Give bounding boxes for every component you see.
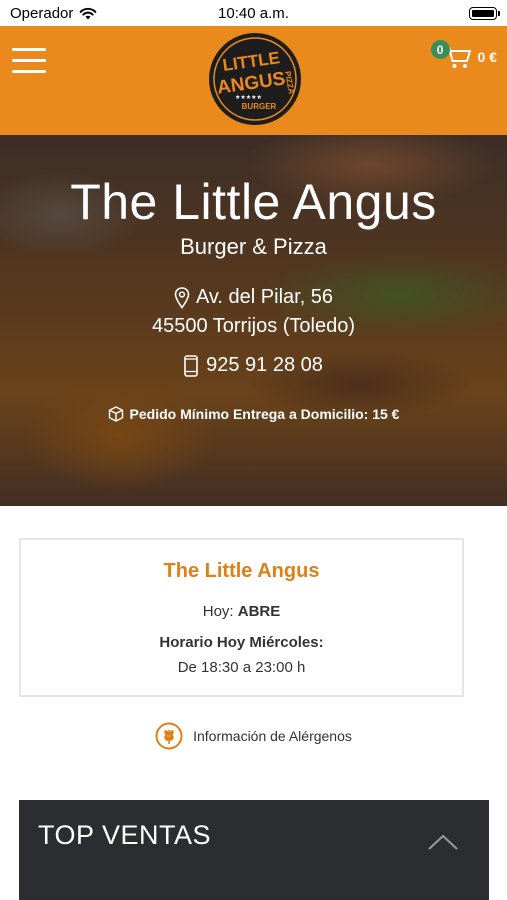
- phone-icon: [184, 354, 198, 377]
- cart-button[interactable]: 0 0 €: [430, 40, 497, 70]
- today-value: ABRE: [237, 603, 281, 620]
- map-pin-icon: [174, 287, 190, 309]
- logo-text-burger: BURGER: [242, 102, 277, 111]
- status-bar: Operador 10:40 a.m.: [0, 0, 507, 26]
- card-title: The Little Angus: [163, 560, 320, 582]
- schedule-hours: De 18:30 a 23:00 h: [177, 659, 306, 676]
- min-order-notice: Pedido Mínimo Entrega a Domicilio: 15 €: [0, 406, 507, 422]
- top-ventas-section[interactable]: TOP VENTAS: [19, 800, 489, 900]
- status-time: 10:40 a.m.: [218, 5, 289, 22]
- menu-button[interactable]: [12, 48, 46, 74]
- wheat-icon: [155, 722, 183, 750]
- address-line-1: Av. del Pilar, 56: [195, 286, 334, 308]
- restaurant-logo: LITTLE ANGUS PIZZA BURGER ★★★★★: [209, 33, 301, 125]
- cart-count-badge: 0: [430, 40, 450, 59]
- app-header: LITTLE ANGUS PIZZA BURGER ★★★★★ 0 0 €: [0, 26, 507, 135]
- hero-banner: The Little Angus Burger & Pizza Av. del …: [0, 135, 507, 506]
- schedule-heading: Horario Hoy Miércoles:: [159, 634, 324, 651]
- min-order-text: Pedido Mínimo Entrega a Domicilio: 15 €: [129, 406, 400, 422]
- phone-link[interactable]: 925 91 28 08: [0, 354, 507, 377]
- top-ventas-title: TOP VENTAS: [38, 820, 212, 850]
- hero-content: The Little Angus Burger & Pizza Av. del …: [0, 135, 507, 506]
- phone-number: 925 91 28 08: [206, 354, 323, 376]
- allergens-label: Información de Alérgenos: [193, 728, 352, 744]
- cart-total: 0 €: [477, 49, 497, 65]
- restaurant-name: The Little Angus: [70, 174, 437, 230]
- menu-icon: [12, 48, 46, 51]
- restaurant-info-card: The Little Angus Hoy: ABRE Horario Hoy M…: [19, 538, 464, 697]
- battery-icon: [469, 7, 500, 20]
- address[interactable]: Av. del Pilar, 56 45500 Torrijos (Toledo…: [0, 285, 507, 338]
- logo-stars: ★★★★★: [235, 94, 262, 101]
- allergens-link[interactable]: Información de Alérgenos: [0, 722, 507, 750]
- box-icon: [108, 406, 123, 422]
- restaurant-subtitle: Burger & Pizza: [180, 234, 327, 259]
- chevron-up-icon[interactable]: [427, 833, 459, 851]
- today-label: Hoy:: [202, 603, 234, 620]
- today-status: Hoy: ABRE: [21, 603, 462, 620]
- address-line-2: 45500 Torrijos (Toledo): [151, 315, 356, 337]
